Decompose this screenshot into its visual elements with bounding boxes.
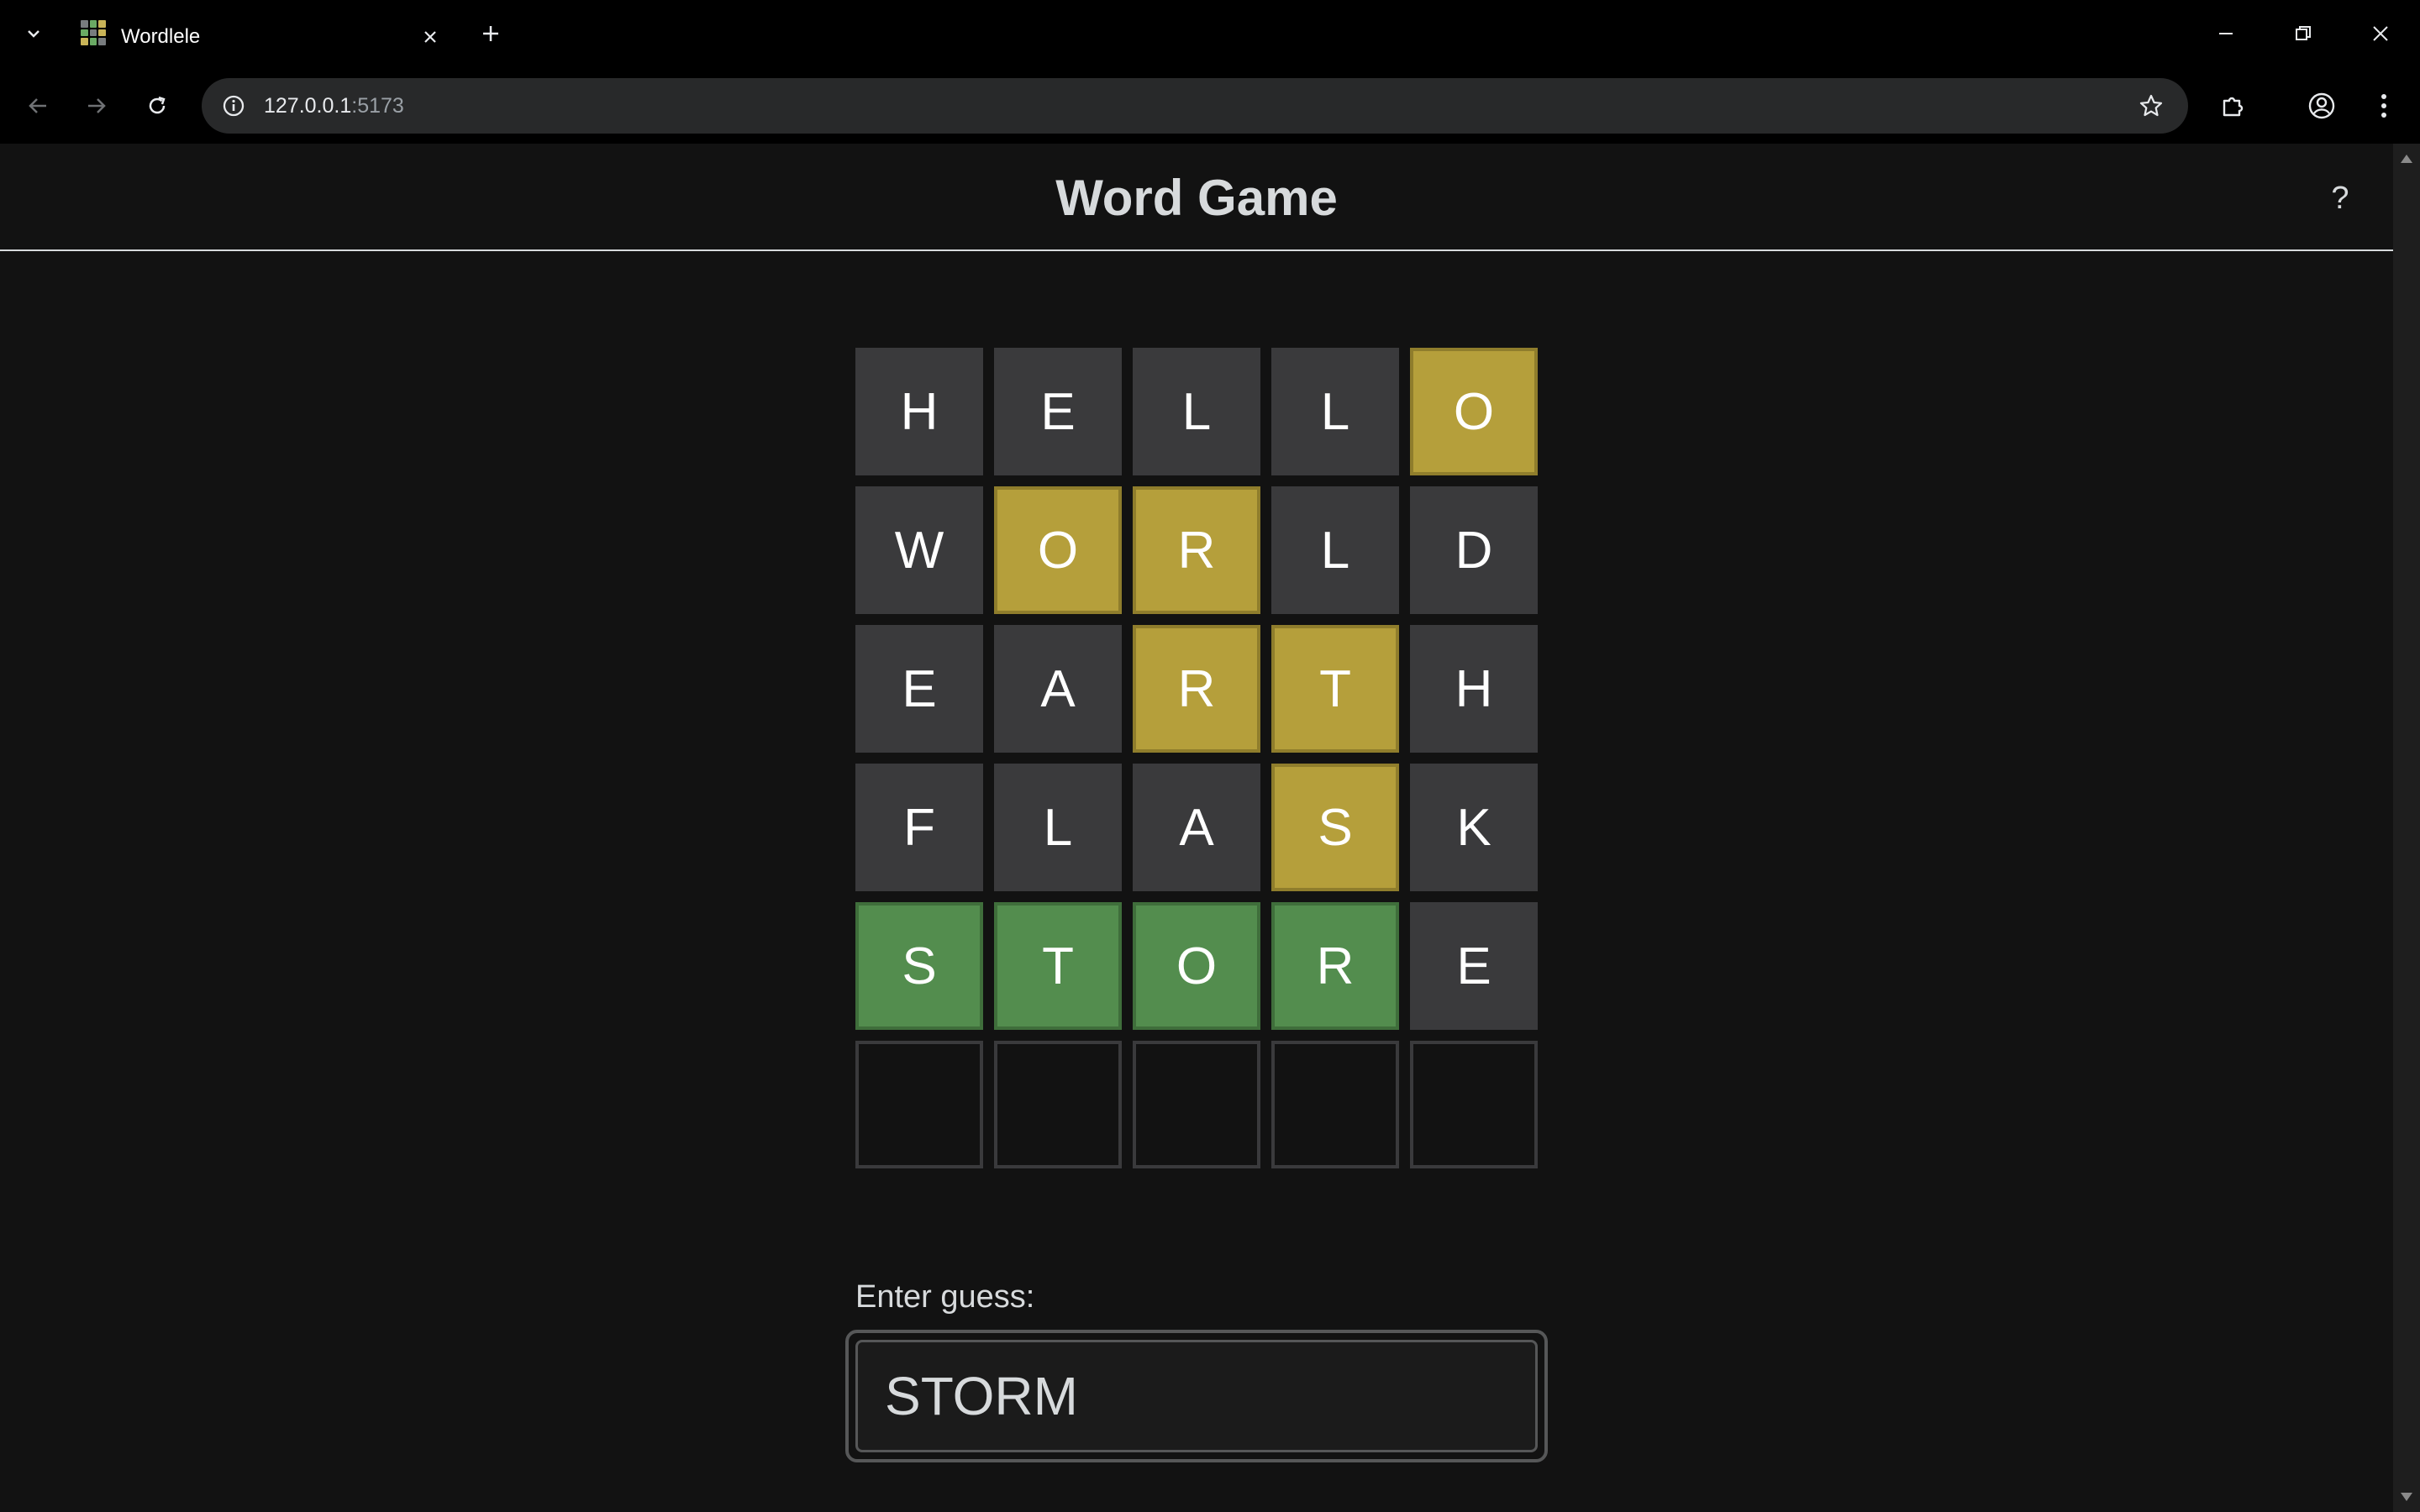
profile-icon	[2308, 92, 2335, 119]
tile-r1-c4: L	[1271, 348, 1399, 475]
tile-r1-c1: H	[855, 348, 983, 475]
tile-r3-c4: T	[1271, 625, 1399, 753]
profile-button[interactable]	[2302, 87, 2341, 125]
game-board: HELLOWORLDEARTHFLASKSTORE	[855, 348, 1538, 1168]
arrow-right-icon	[88, 98, 106, 113]
tile-r2-c2: O	[994, 486, 1122, 614]
more-vertical-icon	[2381, 94, 2386, 118]
tile-r6-c5	[1410, 1041, 1538, 1168]
page-title: Word Game	[1055, 170, 1338, 226]
browser-toolbar: 127.0.0.1:5173	[0, 68, 2420, 144]
tile-r1-c5: O	[1410, 348, 1538, 475]
guess-input-wrapper	[845, 1330, 1548, 1462]
tile-r4-c4: S	[1271, 764, 1399, 891]
app-header: Word Game ?	[0, 144, 2393, 251]
chevron-down-icon	[28, 30, 39, 38]
tile-r6-c2	[994, 1041, 1122, 1168]
help-button[interactable]: ?	[2319, 177, 2361, 219]
tab-bar: Wordlele	[0, 0, 2420, 68]
forward-button[interactable]	[77, 87, 116, 125]
tile-r5-c2: T	[994, 902, 1122, 1030]
bookmark-button[interactable]	[2133, 87, 2170, 124]
address-bar[interactable]: 127.0.0.1:5173	[202, 78, 2188, 134]
tile-r3-c3: R	[1133, 625, 1260, 753]
tile-r4-c2: L	[994, 764, 1122, 891]
puzzle-icon	[2223, 97, 2244, 117]
plus-icon	[483, 26, 498, 41]
tile-r1-c2: E	[994, 348, 1122, 475]
tile-r3-c2: A	[994, 625, 1122, 753]
tab-close-button[interactable]	[412, 18, 449, 55]
tile-r2-c4: L	[1271, 486, 1399, 614]
back-button[interactable]	[18, 87, 57, 125]
guess-label: Enter guess:	[855, 1279, 1035, 1315]
tile-r2-c1: W	[855, 486, 983, 614]
guess-input[interactable]	[855, 1340, 1538, 1452]
page-content: Word Game ? HELLOWORLDEARTHFLASKSTORE En…	[0, 144, 2393, 1512]
url-port: :5173	[351, 94, 404, 118]
tile-r5-c1: S	[855, 902, 983, 1030]
site-info-button[interactable]	[215, 87, 252, 124]
tile-r6-c1	[855, 1041, 983, 1168]
tab-title: Wordlele	[121, 25, 201, 48]
scroll-up-button[interactable]	[2398, 150, 2415, 167]
tile-r6-c4	[1271, 1041, 1399, 1168]
new-tab-button[interactable]	[472, 15, 509, 52]
minimize-icon	[2219, 33, 2233, 34]
wordle-grid-icon	[81, 20, 106, 45]
restore-icon	[2296, 26, 2311, 40]
reload-icon	[149, 96, 166, 114]
tile-r2-c5: D	[1410, 486, 1538, 614]
tile-r3-c5: H	[1410, 625, 1538, 753]
info-icon	[223, 95, 245, 117]
page-scrollbar[interactable]	[2393, 144, 2420, 1512]
tile-r4-c1: F	[855, 764, 983, 891]
tile-r4-c5: K	[1410, 764, 1538, 891]
tile-r1-c3: L	[1133, 348, 1260, 475]
minimize-button[interactable]	[2188, 8, 2264, 59]
tile-r3-c1: E	[855, 625, 983, 753]
star-icon	[2139, 94, 2163, 117]
restore-button[interactable]	[2265, 8, 2341, 59]
tile-r5-c5: E	[1410, 902, 1538, 1030]
tile-r5-c3: O	[1133, 902, 1260, 1030]
reload-button[interactable]	[138, 87, 176, 125]
close-icon	[424, 31, 436, 43]
close-icon	[2373, 26, 2388, 41]
url-host: 127.0.0.1	[264, 94, 352, 118]
arrow-left-icon	[29, 98, 46, 113]
scroll-down-button[interactable]	[2398, 1488, 2415, 1505]
window-close-button[interactable]	[2343, 8, 2418, 59]
triangle-down-icon	[2401, 1493, 2412, 1501]
tile-r5-c4: R	[1271, 902, 1399, 1030]
tile-r2-c3: R	[1133, 486, 1260, 614]
menu-button[interactable]	[2365, 87, 2403, 125]
active-tab[interactable]: Wordlele	[67, 7, 454, 68]
tab-search-button[interactable]	[15, 15, 52, 52]
url-text: 127.0.0.1:5173	[264, 94, 404, 118]
tile-r4-c3: A	[1133, 764, 1260, 891]
extensions-button[interactable]	[2213, 87, 2252, 125]
tile-r6-c3	[1133, 1041, 1260, 1168]
triangle-up-icon	[2401, 155, 2412, 163]
